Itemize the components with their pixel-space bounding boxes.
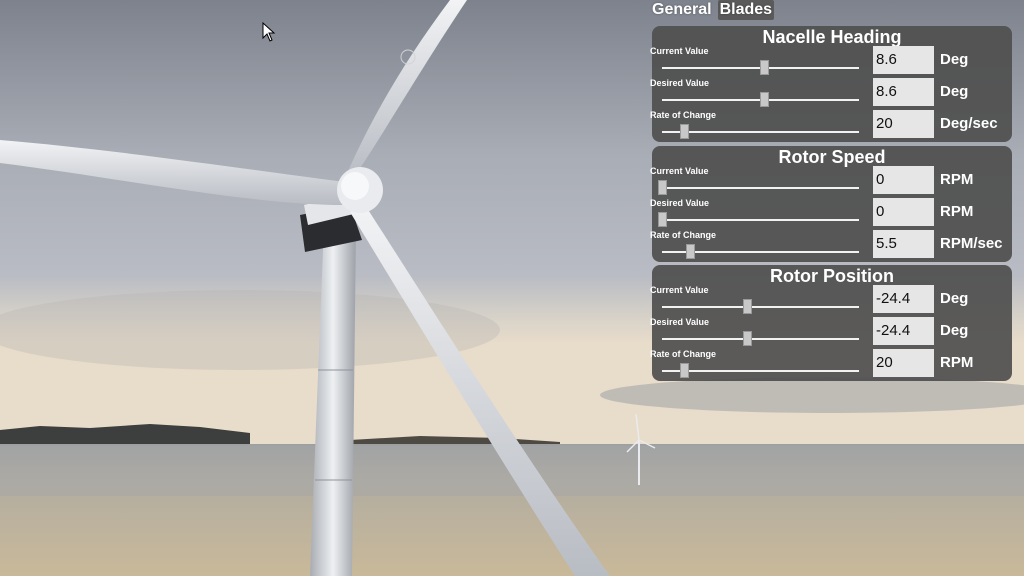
unit-label: RPM [940,354,974,371]
unit-label: Deg [940,51,969,68]
unit-label: Deg [940,83,969,100]
position-desired-row: Desired Value Deg [650,317,1012,349]
panel-title: Rotor Position [770,266,894,286]
speed-current-row: Current Value RPM [650,166,1012,198]
unit-label: RPM [940,203,974,220]
speed-rate-row: Rate of Change RPM/sec [650,230,1012,262]
row-label: Desired Value [650,317,710,327]
unit-label: Deg/sec [940,115,998,132]
row-label: Current Value [650,285,709,295]
panel-title: Nacelle Heading [762,27,902,47]
nacelle-desired-slider[interactable] [662,92,859,107]
nacelle-current-input[interactable] [873,46,934,74]
rotor-speed-panel: Rotor Speed Current Value RPM Desired Va… [650,146,1012,262]
tab-blades[interactable]: Blades [717,0,775,20]
unit-label: RPM/sec [940,235,1003,252]
nacelle-rate-row: Rate of Change Deg/sec [650,110,1012,142]
position-current-row: Current Value Deg [650,285,1012,317]
unit-label: Deg [940,290,969,307]
speed-desired-input[interactable] [873,198,934,226]
slider-thumb[interactable] [685,244,695,259]
slider-thumb[interactable] [658,180,667,195]
row-label: Rate of Change [650,230,717,240]
nacelle-desired-row: Desired Value Deg [650,78,1012,110]
slider-thumb[interactable] [760,60,770,75]
nacelle-rate-slider[interactable] [662,124,859,139]
row-label: Rate of Change [650,349,717,359]
position-rate-input[interactable] [873,349,934,377]
row-label: Rate of Change [650,110,717,120]
speed-current-slider[interactable] [658,180,859,195]
slider-thumb[interactable] [742,299,752,314]
unit-label: RPM [940,171,974,188]
slider-thumb[interactable] [760,92,770,107]
position-current-slider[interactable] [662,299,859,314]
slider-thumb[interactable] [679,363,689,378]
row-label: Desired Value [650,198,710,208]
speed-desired-row: Desired Value RPM [650,198,1012,230]
nacelle-desired-input[interactable] [873,78,934,106]
nacelle-heading-panel: Nacelle Heading Current Value Deg Desire… [650,26,1012,142]
speed-current-input[interactable] [873,166,934,194]
row-label: Current Value [650,166,709,176]
speed-rate-input[interactable] [873,230,934,258]
position-desired-input[interactable] [873,317,934,345]
slider-thumb[interactable] [679,124,689,139]
row-label: Current Value [650,46,709,56]
speed-rate-slider[interactable] [662,244,859,259]
position-rate-slider[interactable] [662,363,859,378]
speed-desired-slider[interactable] [658,212,859,227]
position-current-input[interactable] [873,285,934,313]
nacelle-current-slider[interactable] [662,60,859,75]
rotor-position-panel: Rotor Position Current Value Deg Desired… [650,265,1012,381]
mouse-pointer-icon [262,22,276,42]
slider-thumb[interactable] [658,212,667,227]
tab-general[interactable]: General [650,0,714,20]
slider-thumb[interactable] [742,331,752,346]
nacelle-current-row: Current Value Deg [650,46,1012,78]
row-label: Desired Value [650,78,710,88]
position-rate-row: Rate of Change RPM [650,349,1012,381]
tab-bar: General Blades [650,0,775,20]
unit-label: Deg [940,322,969,339]
panel-title: Rotor Speed [778,147,886,167]
nacelle-rate-input[interactable] [873,110,934,138]
position-desired-slider[interactable] [662,331,859,346]
